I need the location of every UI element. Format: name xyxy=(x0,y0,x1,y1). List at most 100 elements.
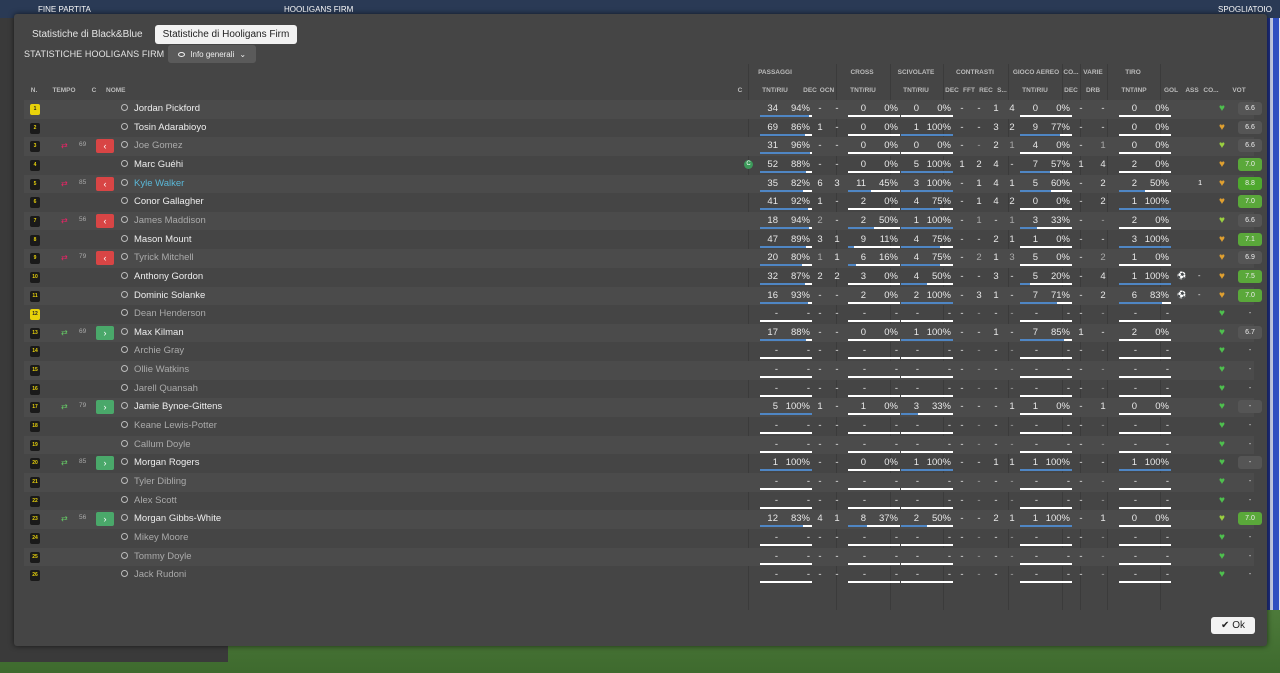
player-name[interactable]: Callum Doyle xyxy=(134,439,191,450)
column-header-c[interactable]: C xyxy=(89,87,99,94)
table-row[interactable]: 5 ⇄ 85 ‹ Kyle Walker 35 82% 6 3 11 45% 3 100% -1 4 1 5 60… xyxy=(24,174,1262,194)
column-header-pass-tnt[interactable]: TNT/RIU xyxy=(750,87,800,94)
column-header-contr-s[interactable]: S... xyxy=(996,87,1008,94)
table-row[interactable]: 14 Archie Gray - - - - - - - - - - - - - - - - - - ♥ - xyxy=(24,342,1254,361)
table-row[interactable]: 22 Alex Scott - - - - - - - - - - - - - - - - - - ♥ - xyxy=(24,492,1254,511)
table-row[interactable]: 19 Callum Doyle - - - - - - - - - - - - - - - - - - ♥ - xyxy=(24,435,1254,455)
column-header-sciv-tnt[interactable]: TNT/RIU xyxy=(891,87,941,94)
sub-out-icon: ⇄ xyxy=(61,178,68,188)
table-row[interactable]: 15 Ollie Watkins - - - - - - - - - - - - - - - - - - ♥ - xyxy=(24,361,1254,380)
chevron-left-icon[interactable]: ‹ xyxy=(96,213,114,228)
column-header-aereo-tnt[interactable]: TNT/RIU xyxy=(1010,87,1060,94)
table-row[interactable]: 11 Dominic Solanke 16 93% - -2 0% 2 100% -3 1-7 71%… xyxy=(24,286,1262,306)
player-name[interactable]: Kyle Walker xyxy=(134,178,184,189)
column-header-n[interactable]: N. xyxy=(27,87,41,94)
cross-pct: - xyxy=(894,531,898,543)
table-row[interactable]: 2 Tosin Adarabioyo 69 86% 1-0 0% 1 100% - -3 2 9 77%… xyxy=(24,119,1262,138)
table-row[interactable]: 12 Dean Henderson - - - - - - - - - - - - - - - - - - ♥ - xyxy=(24,305,1254,324)
chevron-left-icon[interactable]: ‹ xyxy=(96,176,114,191)
shirt-number: 6 xyxy=(33,199,37,206)
table-row[interactable]: 7 ⇄ 56 ‹ James Maddison 18 94% 2-2 50% 1 100% -1-1 3… xyxy=(24,211,1262,231)
tackles-pct: - xyxy=(947,345,951,357)
cross-bar xyxy=(848,376,900,379)
table-row[interactable]: 8 Mason Mount 47 89% 3 1 9 11% 4 75% - -2 1 1 0% - -3 100… xyxy=(24,231,1262,250)
player-name[interactable]: Marc Guéhi xyxy=(134,159,183,170)
player-name[interactable]: Tyrick Mitchell xyxy=(134,252,194,263)
player-name[interactable]: Morgan Gibbs-White xyxy=(134,513,221,524)
table-row[interactable]: 24 Mikey Moore - - - - - - - - - - - - - - - - - - ♥ - xyxy=(24,529,1254,548)
player-name[interactable]: Anthony Gordon xyxy=(134,271,203,282)
player-name[interactable]: Morgan Rogers xyxy=(134,457,199,468)
table-row[interactable]: 10 Anthony Gordon 32 87% 2 2 3 0% 4 50% - -3-5 20% -4… xyxy=(24,268,1262,287)
player-name[interactable]: Alex Scott xyxy=(134,495,177,506)
chevron-left-icon[interactable]: ‹ xyxy=(96,251,114,266)
table-row[interactable]: 23 ⇄ 56 › Morgan Gibbs-White 12 83% 4 1 8 37% 2 50% -… xyxy=(24,510,1262,529)
player-name[interactable]: Jack Rudoni xyxy=(134,569,186,580)
column-header-cross-tnt[interactable]: TNT/RIU xyxy=(838,87,888,94)
ok-button[interactable]: ✔ Ok xyxy=(1211,617,1255,634)
column-header-co[interactable]: CO... xyxy=(1202,87,1220,94)
shirt-number: 3 xyxy=(33,143,37,150)
player-name[interactable]: Conor Gallagher xyxy=(134,196,204,207)
player-name[interactable]: Ollie Watkins xyxy=(134,364,189,375)
table-row[interactable]: 3 ⇄ 69 ‹ Joe Gomez 31 96% - -0 0% 0 0% - -2 1 4 0% -1 0 0% ♥… xyxy=(24,137,1262,156)
passes-bar xyxy=(760,432,812,435)
column-header-pass-dec[interactable]: DEC xyxy=(803,87,817,94)
table-row[interactable]: 25 Tommy Doyle - - - - - - - - - - - - - - - - - - ♥ - xyxy=(24,547,1254,567)
player-name[interactable]: Jamie Bynoe-Gittens xyxy=(134,401,222,412)
passes-pct: 100% xyxy=(785,401,810,413)
player-name[interactable]: Mikey Moore xyxy=(134,532,188,543)
column-header-nome[interactable]: NOME xyxy=(106,87,146,94)
column-header-tiro-tnt[interactable]: TNT/INP xyxy=(1109,87,1159,94)
view-dropdown[interactable]: Info generali ⌄ xyxy=(168,45,257,63)
table-row[interactable]: 13 ⇄ 69 › Max Kilman 17 88% - -0 0% 1 100% - -1-7 85% 1… xyxy=(24,323,1262,343)
tab-hooligans-firm[interactable]: Statistiche di Hooligans Firm xyxy=(154,25,298,44)
player-name[interactable]: James Maddison xyxy=(134,215,206,226)
table-row[interactable]: 18 Keane Lewis-Potter - - - - - - - - - - - - - - - - - - ♥ - xyxy=(24,417,1254,436)
player-name[interactable]: Tosin Adarabioyo xyxy=(134,122,206,133)
player-name[interactable]: Tyler Dibling xyxy=(134,476,186,487)
column-header-gol[interactable]: GOL xyxy=(1162,87,1180,94)
table-row[interactable]: 4 Marc Guéhi C 52 88% - -0 0% 5 100% 1 2 4-7 57% 1 4 2 0%… xyxy=(24,156,1262,175)
player-name[interactable]: Jarell Quansah xyxy=(134,383,198,394)
column-header-varie-drb[interactable]: DRB xyxy=(1083,87,1103,94)
player-name[interactable]: Joe Gomez xyxy=(134,140,183,151)
column-header-contr-fft[interactable]: FFT xyxy=(962,87,976,94)
column-header-pass-occ[interactable]: OCN xyxy=(819,87,835,94)
table-row[interactable]: 6 Conor Gallagher 41 92% 1-2 0% 4 75% -1 4 2 0 0% -2 1… xyxy=(24,193,1262,212)
column-header-co-dec[interactable]: DEC xyxy=(1063,87,1079,94)
chevron-right-icon[interactable]: › xyxy=(96,400,114,415)
player-name[interactable]: Tommy Doyle xyxy=(134,551,192,562)
column-header-vot[interactable]: VOT xyxy=(1226,87,1252,94)
person-icon xyxy=(120,253,128,261)
table-row[interactable]: 17 ⇄ 79 › Jamie Bynoe-Gittens 5 100% 1-1 0% 3 33% -… xyxy=(24,398,1262,417)
player-name[interactable]: Mason Mount xyxy=(134,234,192,245)
contr-fft: - xyxy=(977,140,981,152)
chevron-right-icon[interactable]: › xyxy=(96,512,114,527)
passes-attempts: - xyxy=(774,308,778,320)
column-header-contr-rec[interactable]: REC xyxy=(978,87,994,94)
shirt-number: 11 xyxy=(32,292,38,299)
player-name[interactable]: Max Kilman xyxy=(134,327,184,338)
player-name[interactable]: Archie Gray xyxy=(134,345,184,356)
table-row[interactable]: 16 Jarell Quansah - - - - - - - - - - - - - - - - - - ♥ - xyxy=(24,380,1254,399)
co-dec: - xyxy=(1079,214,1083,226)
player-name[interactable]: Keane Lewis-Potter xyxy=(134,420,217,431)
table-row[interactable]: 9 ⇄ 79 ‹ Tyrick Mitchell 20 80% 1 1 6 16% 4 75% -2 1 3 5… xyxy=(24,249,1262,268)
contr-fft: 2 xyxy=(976,158,982,170)
tab-black-blue[interactable]: Statistiche di Black&Blue xyxy=(24,25,151,44)
player-name[interactable]: Jordan Pickford xyxy=(134,103,200,114)
table-row[interactable]: 21 Tyler Dibling - - - - - - - - - - - - - - - - - - ♥ - xyxy=(24,473,1254,492)
player-name[interactable]: Dean Henderson xyxy=(134,308,206,319)
column-header-contr-dec[interactable]: DEC xyxy=(945,87,959,94)
table-row[interactable]: 26 Jack Rudoni - - - - - - - - - - - - - - - - - - ♥ - xyxy=(24,566,1254,585)
player-name[interactable]: Dominic Solanke xyxy=(134,290,205,301)
column-header-tempo[interactable]: TEMPO xyxy=(50,87,78,94)
table-row[interactable]: 1 Jordan Pickford 34 94% - -0 0% 0 0% - -1 4 0 0% - -0 0… xyxy=(24,100,1262,119)
chevron-left-icon[interactable]: ‹ xyxy=(96,139,114,154)
chevron-right-icon[interactable]: › xyxy=(96,456,114,471)
chevron-right-icon[interactable]: › xyxy=(96,325,114,340)
column-header-ass[interactable]: ASS xyxy=(1184,87,1200,94)
column-header-cap[interactable]: C xyxy=(734,87,746,94)
table-row[interactable]: 20 ⇄ 85 › Morgan Rogers 1 100% - -0 0% 1 100% - -1 1 1 1… xyxy=(24,454,1262,473)
